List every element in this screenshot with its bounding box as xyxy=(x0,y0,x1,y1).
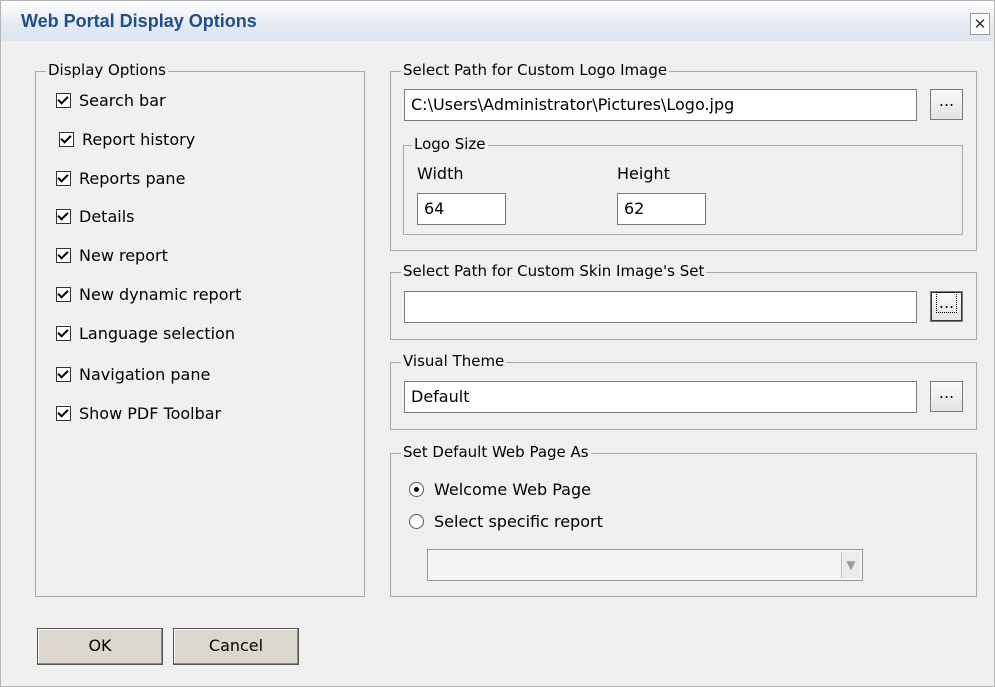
checkbox-reports-pane[interactable]: Reports pane xyxy=(56,169,185,188)
checkbox-report-history[interactable]: Report history xyxy=(59,130,195,149)
checkbox-label: Details xyxy=(79,207,135,226)
logo-height-input[interactable]: 62 xyxy=(617,193,706,225)
checkbox-checked-icon xyxy=(56,326,71,341)
logo-path-input[interactable]: C:\Users\Administrator\Pictures\Logo.jpg xyxy=(404,89,917,121)
checkbox-label: Language selection xyxy=(79,324,235,343)
cancel-button[interactable]: Cancel xyxy=(173,628,299,665)
checkbox-checked-icon xyxy=(56,367,71,382)
checkbox-label: Reports pane xyxy=(79,169,186,188)
report-select-dropdown[interactable]: ▼ xyxy=(427,549,863,581)
logo-size-legend: Logo Size xyxy=(412,135,488,153)
radio-select-specific-report[interactable]: Select specific report xyxy=(409,512,603,531)
checkbox-checked-icon xyxy=(56,248,71,263)
radio-selected-icon xyxy=(409,482,424,497)
default-web-page-legend: Set Default Web Page As xyxy=(401,443,591,461)
visual-theme-browse-button[interactable]: ... xyxy=(930,381,963,412)
custom-logo-legend: Select Path for Custom Logo Image xyxy=(401,61,670,79)
radio-welcome-web-page[interactable]: Welcome Web Page xyxy=(409,480,591,499)
web-portal-display-options-dialog: Web Portal Display Options ✕ Display Opt… xyxy=(0,0,995,687)
checkbox-checked-icon xyxy=(56,171,71,186)
height-label: Height xyxy=(617,164,670,183)
checkbox-details[interactable]: Details xyxy=(56,207,134,226)
checkbox-checked-icon xyxy=(56,406,71,421)
checkbox-label: New report xyxy=(79,246,168,265)
width-label: Width xyxy=(417,164,464,183)
browse-label: ... xyxy=(938,383,955,402)
checkbox-checked-icon xyxy=(59,132,74,147)
skin-browse-button[interactable]: ... xyxy=(930,291,963,322)
checkbox-new-report[interactable]: New report xyxy=(56,246,168,265)
visual-theme-input[interactable]: Default xyxy=(404,381,917,413)
checkbox-checked-icon xyxy=(56,287,71,302)
close-icon: ✕ xyxy=(973,15,987,33)
radio-label: Welcome Web Page xyxy=(434,480,591,499)
skin-path-input[interactable] xyxy=(404,291,917,323)
radio-label: Select specific report xyxy=(434,512,603,531)
logo-width-input[interactable]: 64 xyxy=(417,193,506,225)
checkbox-navigation-pane[interactable]: Navigation pane xyxy=(56,365,210,384)
chevron-down-icon[interactable]: ▼ xyxy=(841,552,860,578)
checkbox-label: Navigation pane xyxy=(79,365,211,384)
logo-browse-button[interactable]: ... xyxy=(930,89,963,120)
checkbox-label: Show PDF Toolbar xyxy=(79,404,222,423)
display-options-legend: Display Options xyxy=(46,61,168,79)
browse-label: ... xyxy=(935,292,958,313)
checkbox-checked-icon xyxy=(56,93,71,108)
checkbox-checked-icon xyxy=(56,209,71,224)
browse-label: ... xyxy=(938,91,955,110)
checkbox-label: New dynamic report xyxy=(79,285,242,304)
title-bar: Web Portal Display Options ✕ xyxy=(1,1,994,41)
checkbox-label: Search bar xyxy=(79,91,166,110)
checkbox-search-bar[interactable]: Search bar xyxy=(56,91,166,110)
radio-unselected-icon xyxy=(409,514,424,529)
close-button[interactable]: ✕ xyxy=(970,13,990,35)
visual-theme-legend: Visual Theme xyxy=(401,352,507,370)
checkbox-language-selection[interactable]: Language selection xyxy=(56,324,235,343)
dialog-title: Web Portal Display Options xyxy=(21,11,257,31)
custom-skin-legend: Select Path for Custom Skin Image's Set xyxy=(401,262,707,280)
checkbox-label: Report history xyxy=(82,130,196,149)
checkbox-show-pdf-toolbar[interactable]: Show PDF Toolbar xyxy=(56,404,221,423)
ok-button[interactable]: OK xyxy=(37,628,163,665)
checkbox-new-dynamic-report[interactable]: New dynamic report xyxy=(56,285,241,304)
